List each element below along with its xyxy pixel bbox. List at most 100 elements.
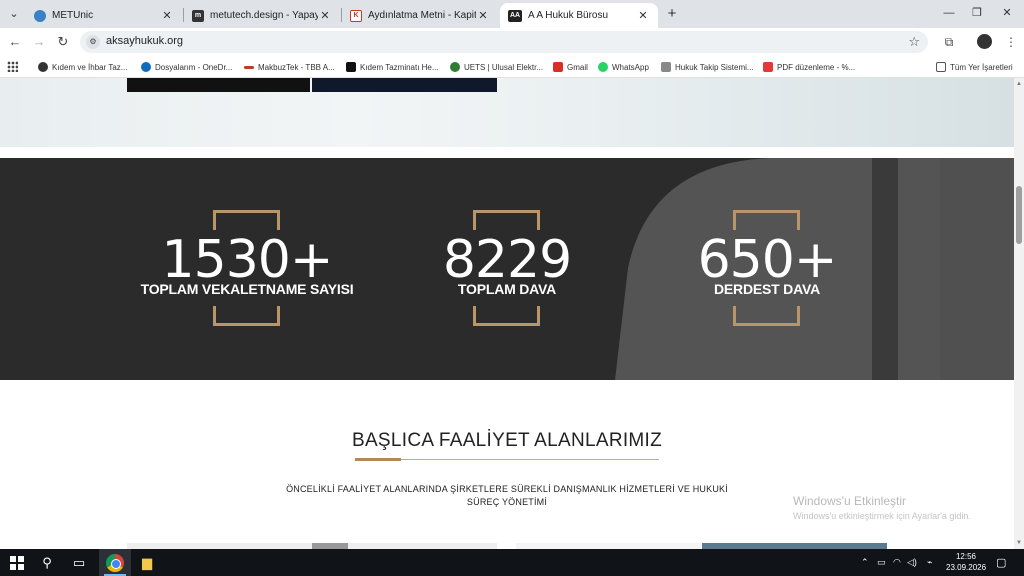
tab-title: Aydınlatma Metni - Kapital Leg (368, 10, 476, 21)
notification-icon[interactable]: ▢ (996, 556, 1006, 569)
tab-metunic[interactable]: METUnic ✕ (26, 3, 182, 28)
pdf-bookmark-icon (763, 62, 773, 72)
network-icon[interactable]: ⌁ (927, 557, 932, 568)
bookmark-label: Hukuk Takip Sistemi... (675, 62, 754, 72)
tab-title: metutech.design - Yapay Zeka İ (210, 10, 318, 21)
tab-strip: ⌄ METUnic ✕ m metutech.design - Yapay Ze… (0, 0, 1024, 28)
close-icon[interactable]: ✕ (636, 9, 650, 23)
section-subtitle: ÖNCELİKLİ FAALİYET ALANLARINDA ŞİRKETLER… (286, 484, 728, 507)
bookmark-label: Gmail (567, 62, 588, 72)
back-icon[interactable]: ← (7, 34, 23, 50)
stat-label: DERDEST DAVA (714, 281, 820, 297)
tab-title: METUnic (52, 10, 94, 21)
scroll-thumb[interactable] (1016, 186, 1022, 244)
stat-frame-top (733, 210, 800, 230)
volume-icon[interactable]: ◁) (907, 557, 917, 568)
tray-chevron-icon[interactable]: ⌃ (861, 557, 869, 568)
minimize-icon[interactable]: — (934, 4, 964, 22)
more-menu-icon[interactable]: ⋮ (1003, 34, 1019, 50)
page-scrollbar[interactable]: ▲ ▼ (1014, 78, 1024, 549)
tab-aa-hukuk[interactable]: AA A A Hukuk Bürosu ✕ (500, 3, 658, 28)
chrome-taskbar-icon[interactable] (106, 554, 124, 572)
hero-image (127, 78, 310, 92)
new-tab-icon[interactable]: + (664, 6, 680, 22)
section-title: BAŞLICA FAALİYET ALANLARIMIZ (351, 430, 663, 451)
close-icon[interactable]: ✕ (318, 9, 332, 23)
stat-frame-bottom (733, 306, 800, 326)
scroll-down-icon[interactable]: ▼ (1016, 539, 1022, 547)
stat-frame-bottom (213, 306, 280, 326)
stats-section: 1530+ TOPLAM VEKALETNAME SAYISI 8229 TOP… (0, 158, 1014, 380)
tab-kapital[interactable]: K Aydınlatma Metni - Kapital Leg ✕ (342, 3, 498, 28)
globe-bookmark-icon (38, 62, 48, 72)
gmail-bookmark-icon (553, 62, 563, 72)
clock-date: 23.09.2026 (946, 563, 987, 572)
hero-image (312, 78, 497, 92)
bookmark-item[interactable]: Gmail (553, 60, 588, 74)
stat-derdest-dava: 650+ DERDEST DAVA (647, 158, 887, 380)
activation-watermark-title: Windows'u Etkinleştir (793, 494, 906, 508)
window-close-icon[interactable]: ✕ (992, 4, 1022, 22)
windows-start-icon[interactable] (8, 554, 26, 572)
bookmark-star-icon[interactable]: ☆ (908, 34, 920, 50)
bookmarks-bar: Kıdem ve İhbar Taz... Dosyalarım - OneDr… (0, 57, 1024, 78)
title-underline-accent (355, 458, 401, 461)
web-page: 1530+ TOPLAM VEKALETNAME SAYISI 8229 TOP… (0, 78, 1014, 549)
bookmark-label: Kıdem Tazminatı He... (360, 62, 439, 72)
bookmark-item[interactable]: Hukuk Takip Sistemi... (661, 60, 754, 74)
bookmark-label: Kıdem ve İhbar Taz... (52, 62, 128, 72)
bookmark-item[interactable]: Kıdem Tazminatı He... (346, 60, 439, 74)
apps-grid-icon[interactable] (7, 61, 18, 72)
restore-icon[interactable]: ❐ (962, 4, 992, 22)
battery-icon[interactable]: ▭ (877, 557, 886, 568)
bookmark-item[interactable]: MakbuzTek - TBB A... (244, 60, 335, 74)
taskbar-clock[interactable]: 12:56 23.09.2026 (946, 551, 986, 573)
bookmark-label: PDF düzenleme - %... (777, 62, 856, 72)
file-explorer-icon[interactable]: ▆ (138, 554, 156, 572)
onedrive-bookmark-icon (141, 62, 151, 72)
all-bookmarks[interactable]: Tüm Yer İşaretleri (936, 60, 1013, 74)
kapital-tab-icon: K (350, 9, 362, 22)
makbuz-bookmark-icon (244, 65, 254, 69)
bookmark-label: MakbuzTek - TBB A... (258, 62, 335, 72)
tab-title: A A Hukuk Bürosu (528, 10, 609, 21)
browser-toolbar: ← → ↻ ⚙ aksayhukuk.org ☆ ⧉ ⋮ (0, 28, 1024, 57)
stat-toplam-dava: 8229 TOPLAM DAVA (387, 158, 627, 380)
task-view-icon[interactable]: ▭ (70, 554, 88, 572)
bookmark-item[interactable]: PDF düzenleme - %... (763, 60, 855, 74)
bookmark-item[interactable]: Kıdem ve İhbar Taz... (38, 60, 127, 74)
uets-bookmark-icon (450, 62, 460, 72)
all-bookmarks-label: Tüm Yer İşaretleri (950, 62, 1013, 72)
d-bookmark-icon (346, 62, 356, 72)
stat-frame-top (473, 210, 540, 230)
metutech-tab-icon: m (192, 9, 204, 22)
stat-frame-top (213, 210, 280, 230)
bookmark-label: UETS | Ulusal Elektr... (464, 62, 543, 72)
profile-avatar[interactable] (977, 34, 992, 49)
tab-search-chevron-icon[interactable]: ⌄ (6, 6, 22, 22)
aa-tab-icon: AA (508, 9, 522, 22)
tab-metutech[interactable]: m metutech.design - Yapay Zeka İ ✕ (184, 3, 340, 28)
stat-frame-bottom (473, 306, 540, 326)
reload-icon[interactable]: ↻ (55, 34, 71, 50)
activation-watermark-subtitle: Windows'u etkinleştirmek için Ayarlar'a … (793, 511, 971, 521)
forward-icon[interactable]: → (31, 34, 47, 50)
close-icon[interactable]: ✕ (476, 9, 490, 23)
bookmark-item[interactable]: UETS | Ulusal Elektr... (450, 60, 543, 74)
search-icon[interactable]: ⚲ (38, 554, 56, 572)
address-bar[interactable]: ⚙ aksayhukuk.org ☆ (80, 31, 928, 53)
extensions-icon[interactable]: ⧉ (941, 34, 957, 50)
url-text[interactable]: aksayhukuk.org (106, 35, 183, 47)
whatsapp-bookmark-icon (598, 62, 608, 72)
bookmark-item[interactable]: WhatsApp (598, 60, 649, 74)
site-info-icon[interactable]: ⚙ (86, 35, 100, 49)
clock-time: 12:56 (955, 552, 977, 561)
wifi-icon[interactable]: ◠ (893, 557, 901, 568)
scroll-up-icon[interactable]: ▲ (1016, 80, 1022, 88)
stat-label: TOPLAM DAVA (457, 281, 557, 297)
hukuk-bookmark-icon (661, 62, 671, 72)
stat-label: TOPLAM VEKALETNAME SAYISI (140, 281, 354, 297)
close-icon[interactable]: ✕ (160, 9, 174, 23)
bookmark-item[interactable]: Dosyalarım - OneDr... (141, 60, 232, 74)
folder-icon (936, 62, 946, 72)
